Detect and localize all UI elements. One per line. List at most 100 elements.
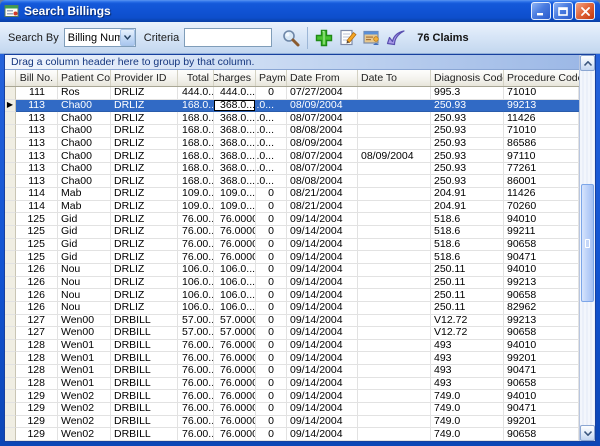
cell[interactable]: 90658: [504, 239, 579, 252]
row-indicator[interactable]: [5, 226, 16, 239]
cell[interactable]: [358, 201, 431, 214]
cell[interactable]: 168.0...: [178, 100, 214, 113]
cell[interactable]: 0: [256, 352, 287, 365]
cell[interactable]: 09/14/2004: [287, 378, 358, 391]
cell[interactable]: 76.00...: [178, 378, 214, 391]
cell[interactable]: DRBILL: [111, 390, 178, 403]
cell[interactable]: 90658: [504, 289, 579, 302]
cell[interactable]: Wen02: [58, 428, 111, 441]
cell[interactable]: [358, 188, 431, 201]
cell[interactable]: 08/08/2004: [287, 175, 358, 188]
cell[interactable]: 125: [16, 251, 58, 264]
cell[interactable]: DRLIZ: [111, 302, 178, 315]
cell[interactable]: 200.0...: [256, 138, 287, 151]
table-row[interactable]: 114MabDRLIZ109.0...109.0...008/21/200420…: [5, 201, 579, 214]
claim-form-icon[interactable]: [361, 26, 383, 50]
cell[interactable]: DRBILL: [111, 340, 178, 353]
vertical-scrollbar[interactable]: [579, 55, 595, 441]
submit-swoosh-icon[interactable]: [385, 26, 407, 50]
cell[interactable]: 99213: [504, 100, 579, 113]
cell[interactable]: 127: [16, 315, 58, 328]
cell[interactable]: 09/14/2004: [287, 239, 358, 252]
cell[interactable]: Wen02: [58, 403, 111, 416]
scrollbar-thumb[interactable]: [581, 184, 594, 302]
cell[interactable]: 444.0...: [178, 87, 214, 100]
cell[interactable]: 76.00...: [178, 340, 214, 353]
cell[interactable]: 749.0: [431, 403, 504, 416]
group-by-bar[interactable]: Drag a column header here to group by th…: [5, 55, 579, 70]
cell[interactable]: 126: [16, 289, 58, 302]
cell[interactable]: 57.00...: [178, 327, 214, 340]
cell[interactable]: 368.0...: [214, 150, 256, 163]
cell[interactable]: 106.0...: [178, 289, 214, 302]
table-row[interactable]: 126NouDRLIZ106.0...106.0...009/14/200425…: [5, 277, 579, 290]
table-row[interactable]: 125GidDRLIZ76.00...76.0000009/14/2004518…: [5, 239, 579, 252]
cell[interactable]: 109.0...: [214, 188, 256, 201]
cell[interactable]: DRBILL: [111, 327, 178, 340]
cell[interactable]: 0: [256, 201, 287, 214]
cell[interactable]: Wen02: [58, 416, 111, 429]
cell[interactable]: DRLIZ: [111, 277, 178, 290]
table-row[interactable]: 127Wen00DRBILL57.00...57.0000009/14/2004…: [5, 315, 579, 328]
scroll-down-icon[interactable]: [580, 425, 595, 441]
minimize-button[interactable]: [531, 2, 551, 20]
cell[interactable]: 109.0...: [214, 201, 256, 214]
cell[interactable]: 111: [16, 87, 58, 100]
cell[interactable]: 128: [16, 340, 58, 353]
search-icon[interactable]: [280, 26, 302, 50]
table-row[interactable]: 126NouDRLIZ106.0...106.0...009/14/200425…: [5, 289, 579, 302]
cell[interactable]: 07/27/2004: [287, 87, 358, 100]
cell[interactable]: 106.0...: [178, 277, 214, 290]
cell[interactable]: [358, 112, 431, 125]
row-indicator[interactable]: [5, 264, 16, 277]
cell[interactable]: 113: [16, 163, 58, 176]
row-indicator-header[interactable]: [5, 70, 16, 86]
cell[interactable]: [358, 403, 431, 416]
cell[interactable]: 94010: [504, 390, 579, 403]
cell[interactable]: [358, 251, 431, 264]
cell[interactable]: 113: [16, 100, 58, 113]
row-indicator[interactable]: [5, 239, 16, 252]
cell[interactable]: Wen00: [58, 327, 111, 340]
cell[interactable]: DRLIZ: [111, 87, 178, 100]
cell[interactable]: 168.0...: [178, 163, 214, 176]
cell[interactable]: 368.0...: [214, 125, 256, 138]
cell[interactable]: 518.6: [431, 213, 504, 226]
cell[interactable]: 86586: [504, 138, 579, 151]
row-indicator[interactable]: [5, 390, 16, 403]
cell[interactable]: [358, 315, 431, 328]
cell[interactable]: 250.11: [431, 302, 504, 315]
cell[interactable]: DRBILL: [111, 365, 178, 378]
cell[interactable]: [358, 163, 431, 176]
cell[interactable]: 90471: [504, 365, 579, 378]
cell[interactable]: 128: [16, 365, 58, 378]
cell[interactable]: 76.0000: [214, 416, 256, 429]
cell[interactable]: Wen01: [58, 365, 111, 378]
cell[interactable]: DRLIZ: [111, 150, 178, 163]
search-by-dropdown[interactable]: Billing Number: [64, 28, 136, 47]
table-row[interactable]: 126NouDRLIZ106.0...106.0...009/14/200425…: [5, 264, 579, 277]
cell[interactable]: Nou: [58, 302, 111, 315]
cell[interactable]: 113: [16, 125, 58, 138]
cell[interactable]: [358, 289, 431, 302]
cell[interactable]: 09/14/2004: [287, 302, 358, 315]
cell[interactable]: 0: [256, 416, 287, 429]
row-indicator[interactable]: ▶: [5, 100, 16, 113]
cell[interactable]: Cha00: [58, 150, 111, 163]
cell[interactable]: 08/21/2004: [287, 188, 358, 201]
table-row[interactable]: 113Cha00DRLIZ168.0...368.0...200.0...08/…: [5, 175, 579, 188]
column-header[interactable]: Procedure Code: [504, 70, 586, 86]
cell[interactable]: 90658: [504, 327, 579, 340]
cell[interactable]: 76.00...: [178, 226, 214, 239]
row-indicator[interactable]: [5, 378, 16, 391]
cell[interactable]: Wen01: [58, 352, 111, 365]
cell[interactable]: 11426: [504, 112, 579, 125]
row-indicator[interactable]: [5, 327, 16, 340]
cell[interactable]: [358, 340, 431, 353]
cell[interactable]: DRLIZ: [111, 239, 178, 252]
cell[interactable]: 08/09/2004: [287, 138, 358, 151]
cell[interactable]: 493: [431, 340, 504, 353]
cell[interactable]: 90658: [504, 428, 579, 441]
cell[interactable]: 0: [256, 213, 287, 226]
cell[interactable]: Gid: [58, 239, 111, 252]
